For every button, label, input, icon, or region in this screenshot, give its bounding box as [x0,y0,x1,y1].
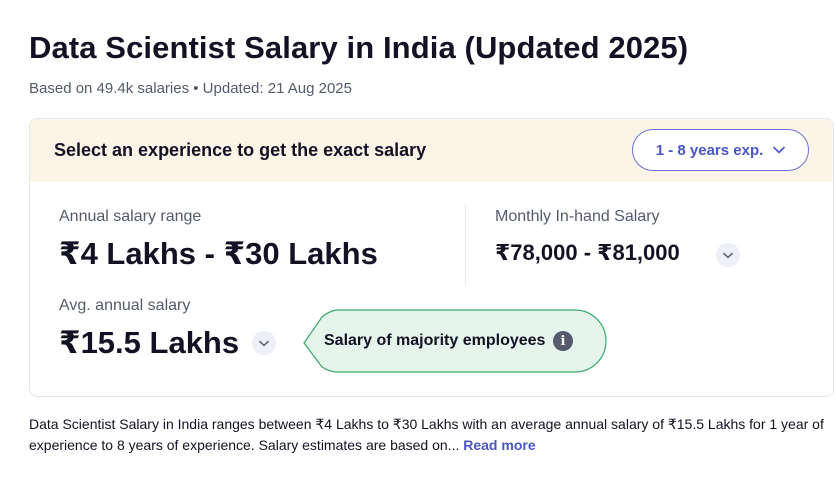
monthly-expand-chevron-icon[interactable] [716,243,740,267]
page-title: Data Scientist Salary in India (Updated … [29,30,689,65]
page-subtitle: Based on 49.4k salaries • Updated: 21 Au… [29,80,352,97]
experience-prompt: Select an experience to get the exact sa… [54,140,427,160]
avg-salary-value: ₹15.5 Lakhs [59,325,240,360]
salary-description: Data Scientist Salary in India ranges be… [29,414,835,456]
annual-range-value: ₹4 Lakhs - ₹30 Lakhs [59,236,378,271]
monthly-inhand-value: ₹78,000 - ₹81,000 [495,240,680,265]
experience-selected-label: 1 - 8 years exp. [655,141,764,159]
description-text: Data Scientist Salary in India ranges be… [29,416,824,453]
majority-salary-tooltip: Salary of majority employees i [302,309,608,373]
annual-range-label: Annual salary range [59,208,202,225]
vertical-divider [465,205,466,285]
chevron-down-icon [773,146,786,154]
info-icon[interactable]: i [553,331,573,351]
read-more-link[interactable]: Read more [463,437,535,453]
salary-card: Select an experience to get the exact sa… [29,118,834,397]
experience-header: Select an experience to get the exact sa… [30,119,833,182]
avg-salary-label: Avg. annual salary [59,297,191,314]
monthly-inhand-label: Monthly In-hand Salary [495,208,660,225]
tooltip-text: Salary of majority employees [324,332,546,349]
avg-expand-chevron-icon[interactable] [252,331,276,355]
experience-dropdown[interactable]: 1 - 8 years exp. [632,129,809,171]
